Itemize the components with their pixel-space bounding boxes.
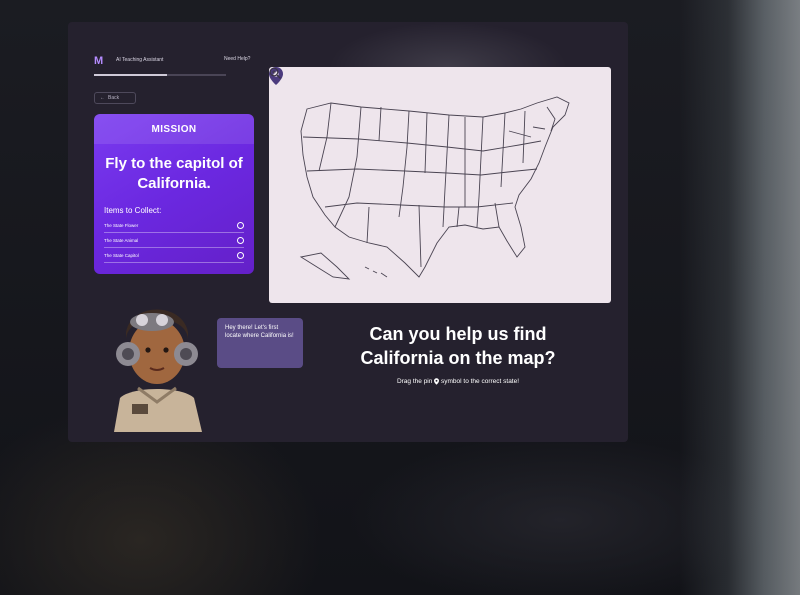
list-item: The State Capitol <box>104 248 244 263</box>
instruction-before: Drag the pin <box>396 378 433 386</box>
need-help-link[interactable]: Need Help? <box>224 56 250 62</box>
item-label: The State Flower <box>104 222 139 228</box>
us-map-panel[interactable] <box>269 67 611 303</box>
mission-card: MISSION Fly to the capitol of California… <box>94 114 254 274</box>
app-title: AI Teaching Assistant <box>116 57 164 63</box>
us-outline <box>300 96 570 278</box>
assistant-speech-bubble: Hey there! Let's first locate where Cali… <box>217 318 303 368</box>
flower-icon <box>237 221 244 229</box>
item-label: The State Capitol <box>104 252 139 258</box>
pin-symbol-icon <box>434 378 440 385</box>
back-label: Back <box>108 95 120 101</box>
question-heading: Can you help us find California on the m… <box>360 324 556 368</box>
back-button[interactable]: ← Back <box>94 92 136 104</box>
list-item: The State Flower <box>104 218 244 233</box>
app-screen: M AI Teaching Assistant Need Help? ← Bac… <box>68 22 628 442</box>
hawaii-shape <box>364 266 388 278</box>
mission-text: Fly to the capitol of California. <box>105 155 243 192</box>
pin-icon <box>237 251 244 259</box>
us-map[interactable] <box>269 67 611 303</box>
mission-header: MISSION <box>94 114 254 144</box>
list-item: The State Animal <box>104 233 244 248</box>
instruction-after: symbol to the correct state! <box>441 378 520 386</box>
zoom-in-icon[interactable] <box>269 67 281 79</box>
alaska-shape <box>299 252 351 280</box>
progress-bar <box>94 74 226 76</box>
arrow-left-icon: ← <box>100 95 105 101</box>
screen-edge-glare <box>680 0 800 595</box>
instruction-text: Drag the pin symbol to the correct state… <box>338 378 578 385</box>
assistant-avatar <box>114 309 202 432</box>
paw-icon <box>237 236 244 244</box>
items-label: Items to Collect: <box>104 206 162 215</box>
app-logo-icon: M <box>94 55 104 67</box>
progress-fill <box>94 74 167 76</box>
item-label: The State Animal <box>104 237 139 243</box>
